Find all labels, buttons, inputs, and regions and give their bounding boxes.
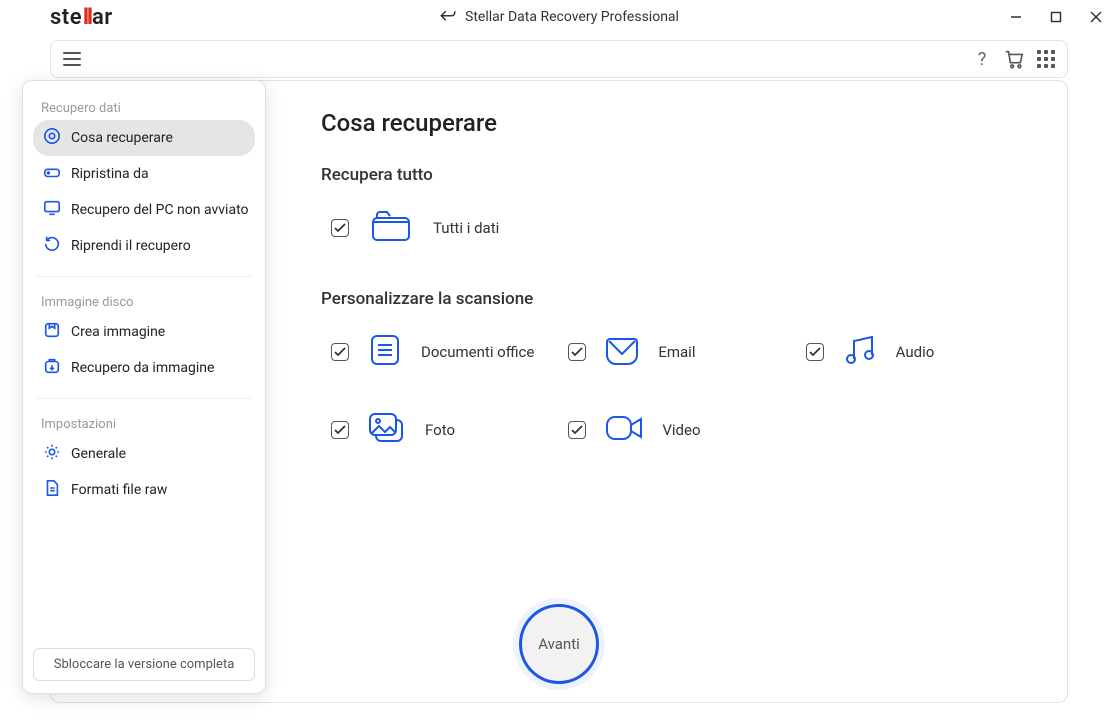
sidebar-item-what-to-recover[interactable]: Cosa recuperare — [33, 120, 255, 156]
sidebar-group-image: Immagine disco — [33, 289, 255, 314]
sidebar-item-create-image[interactable]: Crea immagine — [33, 314, 255, 350]
audio-icon — [842, 333, 878, 371]
sidebar-group-settings: Impostazioni — [33, 411, 255, 436]
folder-icon — [371, 209, 411, 247]
sidebar-item-resume[interactable]: Riprendi il recupero — [33, 228, 255, 264]
audio-label: Audio — [896, 343, 935, 361]
disk-recover-icon — [43, 357, 61, 379]
apps-button[interactable] — [1035, 48, 1057, 70]
photo-label: Foto — [425, 421, 455, 439]
photo-icon — [367, 411, 407, 449]
email-icon — [604, 333, 640, 371]
page-title: Cosa recuperare — [321, 109, 1019, 137]
drive-icon — [43, 163, 61, 185]
sidebar-item-general[interactable]: Generale — [33, 436, 255, 472]
titlebar: stellar Stellar Data Recovery Profession… — [0, 0, 1118, 34]
section-recover-all: Recupera tutto — [321, 165, 1019, 185]
file-list-icon — [43, 479, 61, 501]
sidebar-item-label: Formati file raw — [71, 482, 167, 498]
sidebar-item-label: Ripristina da — [71, 166, 149, 182]
checkbox-video[interactable] — [568, 421, 586, 439]
maximize-button[interactable] — [1048, 9, 1064, 25]
toolbar: ? — [50, 40, 1068, 78]
next-label: Avanti — [538, 635, 580, 653]
sidebar-item-label: Recupero da immagine — [71, 360, 214, 376]
email-label: Email — [658, 343, 695, 361]
sidebar-item-label: Cosa recuperare — [71, 130, 173, 146]
help-button[interactable]: ? — [971, 48, 993, 70]
logo-accent: ll — [82, 5, 92, 30]
target-icon — [43, 127, 61, 149]
unlock-label: Sbloccare la versione completa — [54, 657, 235, 672]
document-icon — [367, 333, 403, 371]
cart-button[interactable] — [1003, 48, 1025, 70]
office-label: Documenti office — [421, 343, 534, 361]
sidebar-item-label: Recupero del PC non avviato — [71, 202, 249, 218]
monitor-icon — [43, 199, 61, 221]
sidebar-item-label: Crea immagine — [71, 324, 165, 340]
sidebar-item-label: Generale — [71, 446, 126, 462]
item-audio: Audio — [806, 333, 1019, 371]
resume-icon — [43, 235, 61, 257]
sidebar: Recupero dati Cosa recuperare Ripristina… — [22, 80, 266, 694]
checkbox-photo[interactable] — [331, 421, 349, 439]
next-button[interactable]: Avanti — [519, 604, 599, 684]
all-data-label: Tutti i dati — [433, 219, 499, 237]
video-label: Video — [662, 421, 700, 439]
sidebar-group-recovery: Recupero dati — [33, 95, 255, 120]
sidebar-item-recover-from-image[interactable]: Recupero da immagine — [33, 350, 255, 386]
unlock-full-version-button[interactable]: Sbloccare la versione completa — [33, 648, 255, 681]
sidebar-item-recover-from[interactable]: Ripristina da — [33, 156, 255, 192]
item-photo: Foto — [331, 411, 544, 449]
back-icon[interactable] — [439, 8, 457, 26]
checkbox-email[interactable] — [568, 343, 586, 361]
checkbox-audio[interactable] — [806, 343, 824, 361]
sidebar-item-label: Riprendi il recupero — [71, 238, 191, 254]
item-office: Documenti office — [331, 333, 544, 371]
item-video: Video — [568, 411, 781, 449]
item-email: Email — [568, 333, 781, 371]
close-button[interactable] — [1088, 9, 1104, 25]
app-logo: stellar — [50, 5, 113, 30]
app-title: Stellar Data Recovery Professional — [465, 9, 679, 25]
gear-icon — [43, 443, 61, 465]
logo-text: ar — [92, 5, 113, 30]
menu-button[interactable] — [61, 48, 83, 70]
checkbox-all-data[interactable] — [331, 219, 349, 237]
video-icon — [604, 411, 644, 449]
section-customize: Personalizzare la scansione — [321, 289, 1019, 309]
checkbox-office[interactable] — [331, 343, 349, 361]
sidebar-item-raw-formats[interactable]: Formati file raw — [33, 472, 255, 508]
sidebar-item-nonbooting[interactable]: Recupero del PC non avviato — [33, 192, 255, 228]
minimize-button[interactable] — [1008, 9, 1024, 25]
logo-text: ste — [50, 5, 82, 30]
disk-image-icon — [43, 321, 61, 343]
